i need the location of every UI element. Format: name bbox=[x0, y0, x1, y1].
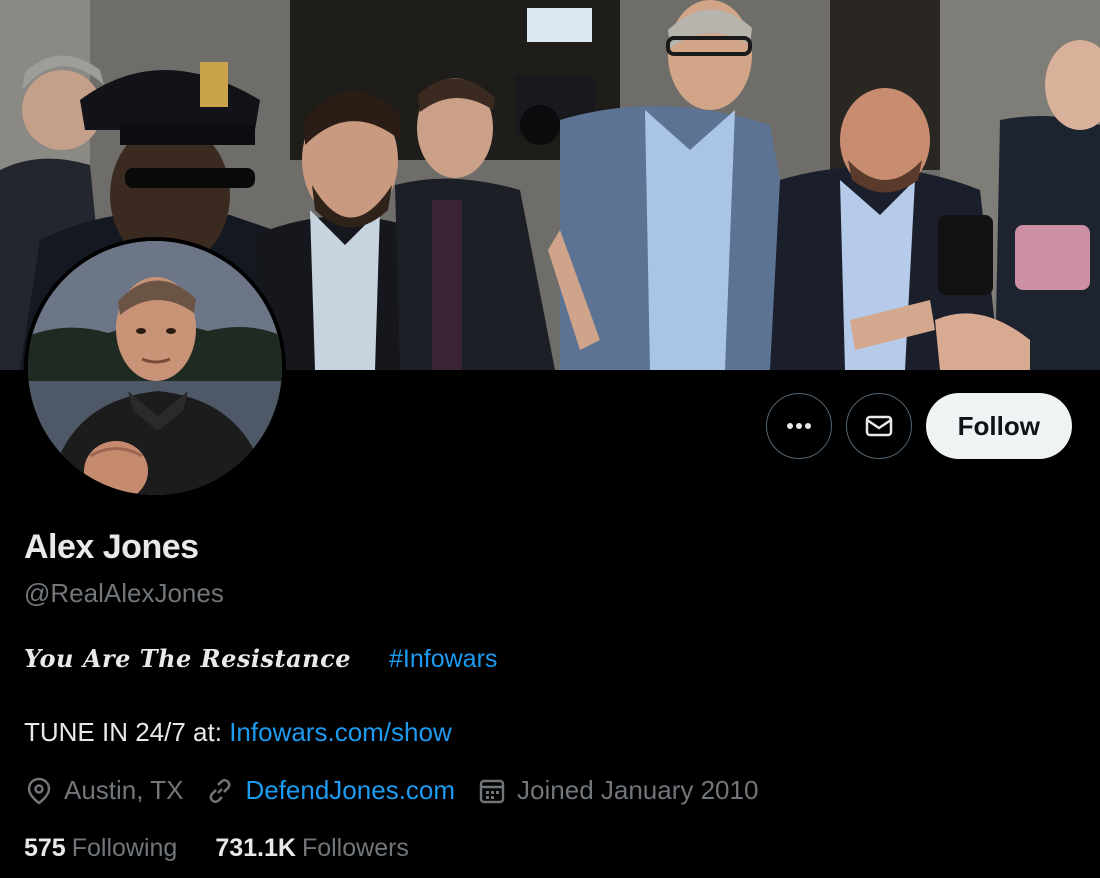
message-button[interactable] bbox=[845, 393, 912, 459]
profile-avatar[interactable] bbox=[24, 237, 286, 499]
bio-show-link[interactable]: Infowars.com/show bbox=[229, 717, 452, 747]
location-text: Austin, TX bbox=[64, 775, 184, 805]
followers-label: Followers bbox=[301, 834, 409, 862]
profile-stats: 575 Following 731.1K Followers bbox=[24, 834, 409, 863]
calendar-icon bbox=[479, 779, 505, 803]
more-horizontal-icon bbox=[786, 423, 811, 429]
website-item: DefendJones.com bbox=[205, 775, 455, 806]
profile-name: Alex Jones bbox=[24, 528, 199, 566]
link-icon bbox=[210, 778, 231, 803]
followers-stat[interactable]: 731.1K Followers bbox=[215, 834, 409, 863]
following-label: Following bbox=[71, 834, 178, 862]
following-stat[interactable]: 575 Following bbox=[24, 834, 177, 863]
profile-actions: Follow bbox=[765, 393, 1072, 459]
joined-text: Joined January 2010 bbox=[517, 775, 759, 805]
profile-handle: @RealAlexJones bbox=[24, 578, 224, 608]
location-pin-icon bbox=[27, 777, 51, 804]
follow-button[interactable]: Follow bbox=[925, 393, 1072, 459]
envelope-icon bbox=[865, 415, 892, 437]
more-button[interactable] bbox=[765, 393, 832, 459]
joined-item: Joined January 2010 bbox=[477, 775, 758, 806]
following-count: 575 bbox=[24, 834, 66, 862]
hashtag-link[interactable]: #Infowars bbox=[389, 645, 497, 674]
avatar-photo bbox=[28, 241, 282, 495]
bio-line-2: TUNE IN 24/7 at: Infowars.com/show bbox=[24, 717, 452, 748]
bio-tune-prefix: TUNE IN 24/7 at: bbox=[24, 717, 222, 747]
bio-line-1: You Are The Resistance #Infowars bbox=[24, 644, 497, 674]
location-item: Austin, TX bbox=[24, 775, 183, 806]
bio-tagline: You Are The Resistance bbox=[24, 644, 352, 673]
profile-meta: Austin, TX DefendJones.com Joined Januar… bbox=[24, 775, 780, 806]
website-link[interactable]: DefendJones.com bbox=[245, 775, 455, 806]
followers-count: 731.1K bbox=[215, 834, 296, 862]
